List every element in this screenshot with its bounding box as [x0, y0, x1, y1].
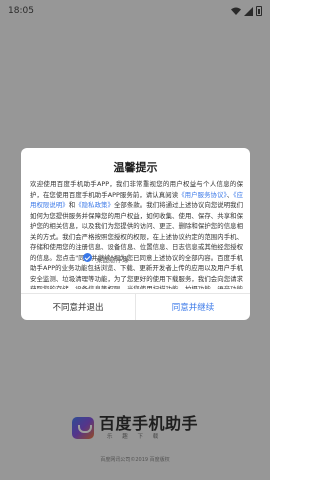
dialog-body: 欢迎使用百度手机助手APP，我们非常重视您的用户权益与个人信息的保护，在您使用百…: [30, 179, 243, 289]
privacy-dialog: 温馨提示 欢迎使用百度手机助手APP，我们非常重视您的用户权益与个人信息的保护，…: [21, 148, 250, 320]
agree-continue-button[interactable]: 同意并继续: [136, 294, 250, 320]
privacy-policy-link[interactable]: 《隐私政策》: [75, 201, 114, 209]
user-agreement-link[interactable]: 《用户服务协议》: [178, 191, 227, 199]
dialog-title: 温馨提示: [113, 161, 158, 174]
float-ball-label[interactable]: 桌面悬浮球: [96, 254, 129, 264]
disagree-exit-button[interactable]: 不同意并退出: [21, 294, 136, 320]
float-ball-checkbox[interactable]: [83, 253, 92, 262]
body-text: 全部条款。我们将通过上述协议向您说明我们如何为您提供服务并保障您的用户权益，如何…: [30, 201, 243, 289]
dialog-buttons: 不同意并退出 同意并继续: [21, 293, 250, 320]
